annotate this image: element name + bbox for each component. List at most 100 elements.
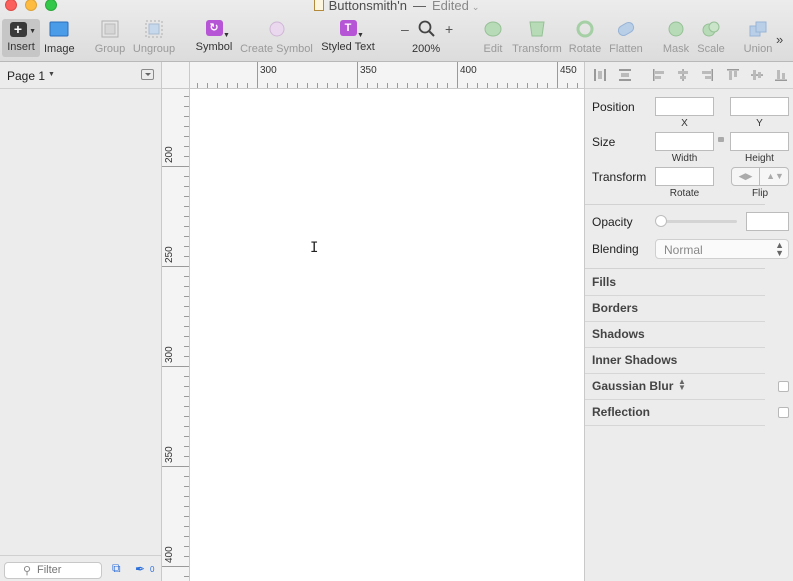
ruler-corner — [162, 62, 190, 89]
ruler-tick — [184, 116, 189, 117]
rotate-icon — [576, 20, 594, 38]
opacity-field[interactable] — [746, 212, 789, 231]
create-symbol-button[interactable]: Create Symbol — [240, 20, 313, 60]
distribute-vertical-icon[interactable] — [618, 68, 632, 82]
insert-button[interactable]: + ▼ Insert — [2, 19, 40, 57]
group-button[interactable]: Group — [94, 20, 126, 60]
inspector-panel: Position X Y Size Width Height Transform… — [584, 62, 793, 581]
ruler-tick — [217, 83, 218, 88]
ruler-tick — [184, 306, 189, 307]
borders-section[interactable]: Borders — [592, 301, 638, 315]
scale-button[interactable]: Scale — [696, 20, 726, 60]
blending-value: Normal — [664, 243, 703, 257]
page-selector[interactable]: Page 1 ▼ — [0, 62, 161, 89]
shadows-section[interactable]: Shadows — [592, 327, 645, 341]
blur-type-arrows-icon[interactable]: ▲ ▼ — [678, 378, 686, 392]
rotate-field[interactable] — [655, 167, 714, 186]
vertical-ruler[interactable]: 200 250 300 350 400 — [162, 89, 190, 581]
create-symbol-label: Create Symbol — [240, 43, 313, 55]
union-icon — [749, 21, 767, 37]
export-layers-icon[interactable]: ⧉ — [112, 562, 123, 574]
transform-button[interactable]: Transform — [511, 20, 563, 60]
ruler-tick — [267, 83, 268, 88]
ungroup-button[interactable]: Ungroup — [132, 20, 176, 60]
align-center-horizontal-icon[interactable] — [676, 68, 690, 82]
align-middle-vertical-icon[interactable] — [750, 68, 764, 82]
ruler-label: 400 — [460, 65, 477, 76]
ruler-major-tick — [162, 466, 189, 467]
edit-button[interactable]: Edit — [480, 20, 506, 60]
symbol-button[interactable]: ↻ ▼ Symbol — [195, 20, 233, 60]
filter-field[interactable]: ⚲ — [4, 562, 102, 579]
toolbar: Buttonsmith'n — Edited ⌄ + ▼ Insert Image G… — [0, 0, 793, 62]
blending-label: Blending — [592, 242, 639, 256]
window-title: Buttonsmith'n — Edited ⌄ — [0, 0, 793, 13]
toolbar-overflow-button[interactable]: » — [776, 32, 783, 47]
horizontal-ruler[interactable]: 300 350 400 450 — [190, 62, 584, 89]
ruler-tick — [184, 146, 189, 147]
transform-label: Transform — [592, 170, 647, 184]
ruler-major-tick — [557, 62, 558, 88]
flip-horizontal-icon[interactable]: ◀▶ — [732, 168, 760, 185]
rotate-button[interactable]: Rotate — [567, 20, 603, 60]
ruler-tick — [507, 83, 508, 88]
align-top-icon[interactable] — [726, 68, 740, 82]
reflection-section[interactable]: Reflection — [592, 405, 650, 419]
union-button[interactable]: Union — [742, 20, 774, 60]
ruler-tick — [227, 83, 228, 88]
ruler-tick — [347, 83, 348, 88]
styled-text-button[interactable]: T ▼ Styled Text — [320, 20, 376, 60]
canvas[interactable]: I — [190, 89, 584, 581]
ruler-tick — [184, 376, 189, 377]
ungroup-label: Ungroup — [132, 43, 176, 55]
align-bottom-icon[interactable] — [774, 68, 788, 82]
pages-toggle-button[interactable] — [141, 69, 154, 80]
opacity-slider[interactable] — [660, 220, 737, 223]
divider — [585, 425, 765, 426]
ruler-label: 350 — [360, 65, 377, 76]
rotate-label: Rotate — [669, 188, 700, 199]
x-field[interactable] — [655, 97, 714, 116]
reflection-checkbox[interactable] — [778, 407, 789, 418]
divider — [585, 321, 765, 322]
ruler-tick — [184, 216, 189, 217]
divider — [585, 399, 765, 400]
magnifier-icon — [418, 20, 435, 37]
blending-select[interactable]: Normal ▲ ▼ — [655, 239, 789, 259]
distribute-horizontal-icon[interactable] — [593, 68, 607, 82]
zoom-out-button[interactable]: – — [401, 21, 409, 37]
fills-section[interactable]: Fills — [592, 275, 616, 289]
zoom-in-button[interactable]: + — [445, 21, 453, 37]
inner-shadows-section[interactable]: Inner Shadows — [592, 353, 677, 367]
mask-label: Mask — [662, 43, 690, 55]
pen-icon[interactable]: ✒ — [135, 562, 145, 576]
ruler-tick — [427, 83, 428, 88]
ruler-tick — [277, 83, 278, 88]
align-left-icon[interactable] — [652, 68, 666, 82]
ruler-label: 200 — [164, 146, 175, 163]
mask-button[interactable]: Mask — [661, 20, 691, 60]
width-field[interactable] — [655, 132, 714, 151]
align-right-icon[interactable] — [700, 68, 714, 82]
gaussian-blur-section[interactable]: Gaussian Blur — [592, 379, 673, 393]
text-style-icon: T — [339, 20, 357, 36]
chevron-down-icon[interactable]: ⌄ — [472, 2, 480, 12]
ruler-tick — [184, 486, 189, 487]
filter-input[interactable] — [37, 564, 97, 576]
image-button[interactable]: Image — [44, 20, 75, 60]
ruler-tick — [567, 83, 568, 88]
height-label: Height — [745, 153, 774, 164]
height-field[interactable] — [730, 132, 789, 151]
ruler-tick — [247, 83, 248, 88]
flatten-button[interactable]: Flatten — [607, 20, 645, 60]
ruler-tick — [184, 106, 189, 107]
y-field[interactable] — [730, 97, 789, 116]
gaussian-blur-checkbox[interactable] — [778, 381, 789, 392]
lock-icon[interactable] — [718, 137, 724, 142]
flip-vertical-icon[interactable]: ▲▼ — [761, 168, 789, 185]
ruler-tick — [184, 506, 189, 507]
position-label: Position — [592, 100, 635, 114]
flip-control: ◀▶ ▲▼ — [731, 167, 789, 186]
flatten-label: Flatten — [609, 43, 643, 55]
opacity-slider-handle[interactable] — [655, 215, 667, 227]
